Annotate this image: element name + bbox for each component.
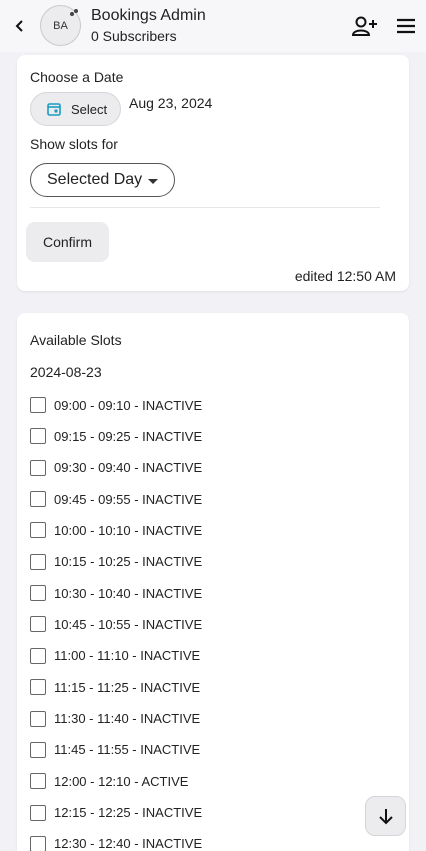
slot-checkbox[interactable]: [30, 459, 46, 476]
slot-checkbox[interactable]: [30, 647, 46, 664]
avatar-initials: BA: [53, 19, 68, 32]
available-slots-card: Available Slots 2024-08-23 09:00 - 09:10…: [17, 313, 409, 851]
slot-label: 10:15 - 10:25 - INACTIVE: [54, 554, 203, 570]
slot-label: 12:30 - 12:40 - INACTIVE: [54, 836, 203, 851]
arrow-down-icon: [378, 809, 393, 825]
slot-item[interactable]: 11:45 - 11:55 - INACTIVE: [30, 740, 200, 760]
slot-item[interactable]: 11:00 - 11:10 - INACTIVE: [30, 646, 200, 666]
slot-checkbox[interactable]: [30, 679, 46, 696]
slot-item[interactable]: 11:15 - 11:25 - INACTIVE: [30, 677, 200, 697]
slot-item[interactable]: 09:45 - 09:55 - INACTIVE: [30, 489, 202, 509]
slot-checkbox[interactable]: [30, 835, 46, 851]
hamburger-menu-icon: [397, 18, 415, 34]
slot-label: 12:00 - 12:10 - ACTIVE: [54, 773, 189, 789]
badge-icon: [70, 9, 78, 16]
slot-item[interactable]: 10:30 - 10:40 - INACTIVE: [30, 583, 202, 603]
slots-filter-value: Selected Day: [47, 171, 143, 188]
subscriber-count: 0 Subscribers: [91, 28, 177, 44]
confirm-button[interactable]: Confirm: [26, 222, 109, 262]
slot-item[interactable]: 10:15 - 10:25 - INACTIVE: [30, 552, 202, 572]
slot-label: 10:45 - 10:55 - INACTIVE: [54, 616, 203, 632]
slot-checkbox[interactable]: [30, 491, 46, 508]
slot-checkbox[interactable]: [30, 773, 46, 790]
page-title: Bookings Admin: [91, 7, 206, 24]
slot-label: 10:00 - 10:10 - INACTIVE: [54, 522, 203, 538]
slot-label: 09:15 - 09:25 - INACTIVE: [54, 428, 203, 444]
slot-item[interactable]: 12:15 - 12:25 - INACTIVE: [30, 803, 202, 823]
slot-label: 09:45 - 09:55 - INACTIVE: [54, 491, 203, 507]
show-slots-label: Show slots for: [30, 136, 118, 152]
slot-label: 12:15 - 12:25 - INACTIVE: [54, 805, 203, 821]
slot-checkbox[interactable]: [30, 553, 46, 570]
slots-heading: Available Slots: [30, 332, 122, 348]
slot-checkbox[interactable]: [30, 585, 46, 602]
slot-item[interactable]: 09:00 - 09:10 - INACTIVE: [30, 395, 202, 415]
slot-label: 11:30 - 11:40 - INACTIVE: [54, 711, 201, 726]
slot-checkbox[interactable]: [30, 804, 46, 821]
slot-checkbox[interactable]: [30, 741, 46, 758]
slot-checkbox[interactable]: [30, 428, 46, 445]
slot-label: 10:30 - 10:40 - INACTIVE: [54, 585, 203, 601]
choose-date-label: Choose a Date: [30, 69, 124, 85]
slot-label: 09:30 - 09:40 - INACTIVE: [54, 460, 203, 476]
dropdown-arrow-icon: [148, 179, 158, 184]
app-header: BA Bookings Admin 0 Subscribers: [0, 0, 426, 52]
slots-filter-dropdown[interactable]: Selected Day: [30, 163, 175, 197]
slot-item[interactable]: 12:30 - 12:40 - INACTIVE: [30, 834, 202, 851]
menu-button[interactable]: [395, 15, 417, 37]
chevron-left-icon: [15, 20, 23, 32]
calendar-icon: [47, 103, 61, 116]
slot-item[interactable]: 09:30 - 09:40 - INACTIVE: [30, 458, 202, 478]
person-add-icon: [351, 16, 377, 36]
scroll-down-button[interactable]: [365, 796, 406, 836]
slot-checkbox[interactable]: [30, 522, 46, 539]
slot-label: 11:15 - 11:25 - INACTIVE: [54, 679, 201, 695]
date-selection-card: Choose a Date Select Aug 23, 2024 Show s…: [17, 55, 409, 291]
edited-timestamp: edited 12:50 AM: [294, 268, 396, 284]
slot-label: 11:45 - 11:55 - INACTIVE: [54, 742, 201, 758]
add-user-button[interactable]: [351, 14, 379, 38]
slots-date: 2024-08-23: [30, 364, 102, 380]
slot-label: 09:00 - 09:10 - INACTIVE: [54, 397, 203, 413]
slot-label: 11:00 - 11:10 - INACTIVE: [54, 648, 201, 664]
slot-checkbox[interactable]: [30, 616, 46, 633]
divider: [30, 207, 380, 208]
slot-checkbox[interactable]: [30, 710, 46, 727]
select-date-button[interactable]: Select: [30, 92, 121, 126]
slot-checkbox[interactable]: [30, 397, 46, 413]
slot-item[interactable]: 09:15 - 09:25 - INACTIVE: [30, 426, 202, 446]
selected-date: Aug 23, 2024: [129, 95, 213, 111]
slot-item[interactable]: 10:00 - 10:10 - INACTIVE: [30, 520, 202, 540]
slot-item[interactable]: 12:00 - 12:10 - ACTIVE: [30, 771, 188, 791]
slot-item[interactable]: 11:30 - 11:40 - INACTIVE: [30, 709, 200, 729]
select-date-label: Select: [71, 101, 108, 117]
avatar[interactable]: BA: [40, 5, 81, 46]
slot-item[interactable]: 10:45 - 10:55 - INACTIVE: [30, 614, 202, 634]
back-button[interactable]: [8, 14, 32, 38]
